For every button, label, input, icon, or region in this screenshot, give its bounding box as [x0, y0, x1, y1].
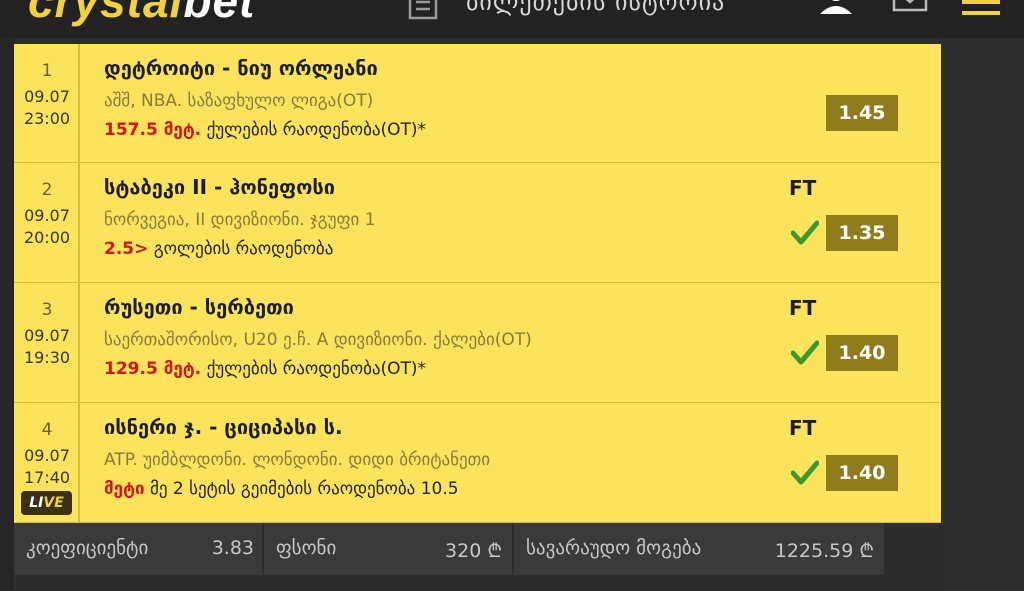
- logo[interactable]: crystalbet: [28, 0, 255, 28]
- bet-index: 1: [41, 61, 53, 81]
- bet-meta: 1 09.07 23:00: [14, 44, 80, 162]
- bet-list: 1 09.07 23:00 დეტროიტი - ნიუ ორლეანი აშშ…: [14, 44, 941, 523]
- bet-meta: 2 09.07 20:00: [14, 163, 80, 282]
- pick-value: 157.5 მეტ.: [104, 120, 202, 140]
- win-check-icon: [791, 460, 819, 485]
- potential-win-label: სავარაუდო მოგება: [526, 537, 702, 559]
- potential-win-cell: სავარაუდო მოგება 1225.59 ₾: [514, 523, 884, 575]
- left-gutter: [0, 38, 14, 591]
- market-line: 129.5 მეტ. ქულების რაოდენობა(OT)*: [104, 359, 426, 379]
- document-icon[interactable]: [406, 0, 440, 20]
- stake-label: ფსონი: [276, 537, 337, 559]
- odd-box: 1.35: [826, 215, 898, 251]
- bet-row[interactable]: 4 09.07 17:40 LIVE ისნერი ჯ. - ციციპასი …: [14, 403, 941, 523]
- right-gutter: [942, 38, 1024, 591]
- bet-time: 20:00: [23, 228, 71, 247]
- bet-index: 2: [41, 180, 53, 200]
- league-name: საერთაშორისო, U20 ე.ჩ. A დივიზიონი. ქალე…: [104, 330, 532, 350]
- odd-box: 1.45: [826, 95, 898, 131]
- league-name: აშშ, NBA. საზაფხულო ლიგა(OT): [104, 91, 374, 111]
- match-title[interactable]: სტაბეკი II - ჰონეფოსი: [104, 175, 335, 199]
- win-check-icon: [791, 340, 819, 365]
- odd-box: 1.40: [826, 455, 898, 491]
- bet-time: 19:30: [23, 348, 71, 367]
- bet-row[interactable]: 3 09.07 19:30 რუსეთი - სერბეთი საერთაშორ…: [14, 283, 941, 403]
- market-name: ქულების რაოდენობა(OT)*: [206, 359, 427, 379]
- match-status: FT: [789, 416, 817, 440]
- mail-icon[interactable]: [892, 0, 928, 12]
- coefficient-label: კოეფიციენტი: [26, 537, 149, 559]
- potential-win-value: 1225.59 ₾: [774, 540, 874, 562]
- match-title[interactable]: ისნერი ჯ. - ციციპასი ს.: [104, 415, 343, 439]
- top-bar: crystalbet ბილეთების ისტორია: [0, 0, 1024, 38]
- menu-icon[interactable]: [962, 0, 1000, 18]
- pick-value: 2.5>: [104, 239, 149, 259]
- ticket-summary: კოეფიციენტი 3.83 ფსონი 320 ₾ სავარაუდო მ…: [14, 523, 884, 575]
- stake-value: 320 ₾: [445, 540, 502, 562]
- bet-date: 09.07: [24, 446, 70, 465]
- bet-meta: 3 09.07 19:30: [14, 283, 80, 402]
- match-title[interactable]: რუსეთი - სერბეთი: [104, 295, 294, 319]
- page-title: ბილეთების ისტორია: [466, 0, 726, 16]
- league-name: ნორვეგია, II დივიზიონი. ჯგუფი 1: [104, 210, 376, 230]
- bet-index: 3: [41, 300, 53, 320]
- bet-meta: 4 09.07 17:40 LIVE: [14, 403, 80, 522]
- match-status: FT: [789, 296, 817, 320]
- bet-time: 23:00: [23, 109, 71, 128]
- bet-date: 09.07: [24, 326, 70, 345]
- market-line: 2.5> გოლების რაოდენობა: [104, 239, 333, 259]
- pick-value: მეტი: [104, 479, 145, 499]
- win-check-icon: [791, 220, 819, 245]
- bet-row[interactable]: 2 09.07 20:00 სტაბეკი II - ჰონეფოსი ნორვ…: [14, 163, 941, 283]
- market-name: ქულების რაოდენობა(OT)*: [206, 120, 427, 140]
- market-name: გოლების რაოდენობა: [153, 239, 334, 259]
- league-name: ATP. უიმბლდონი. ლონდონი. დიდი ბრიტანეთი: [104, 450, 491, 470]
- match-title[interactable]: დეტროიტი - ნიუ ორლეანი: [104, 56, 378, 80]
- market-line: მეტი მე 2 სეტის გეიმების რაოდენობა 10.5: [104, 479, 459, 499]
- user-icon[interactable]: [818, 0, 854, 14]
- stake-cell: ფსონი 320 ₾: [264, 523, 512, 575]
- match-status: FT: [789, 176, 817, 200]
- bet-date: 09.07: [24, 206, 70, 225]
- coefficient-value: 3.83: [211, 537, 254, 559]
- bet-date: 09.07: [24, 87, 70, 106]
- bet-index: 4: [41, 420, 53, 440]
- market-line: 157.5 მეტ. ქულების რაოდენობა(OT)*: [104, 120, 426, 140]
- live-badge: LIVE: [21, 491, 72, 515]
- pick-value: 129.5 მეტ.: [104, 359, 202, 379]
- coefficient-cell: კოეფიციენტი 3.83: [14, 523, 262, 575]
- bet-row[interactable]: 1 09.07 23:00 დეტროიტი - ნიუ ორლეანი აშშ…: [14, 44, 941, 163]
- bet-time: 17:40: [23, 468, 71, 487]
- market-name: მე 2 სეტის გეიმების რაოდენობა 10.5: [149, 479, 459, 499]
- odd-box: 1.40: [826, 335, 898, 371]
